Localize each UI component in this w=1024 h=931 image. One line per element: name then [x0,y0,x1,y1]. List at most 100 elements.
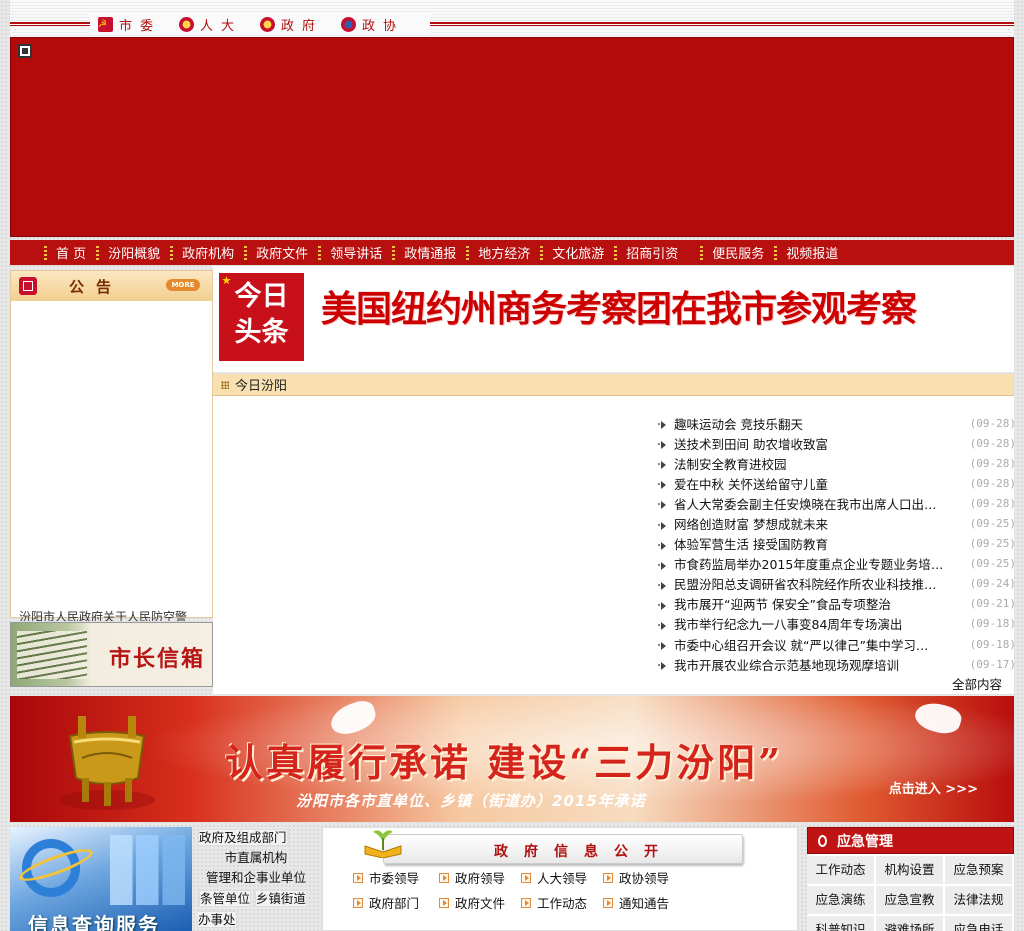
news-title[interactable]: 我市举行纪念九一八事变84周年专场演出 [674,614,946,633]
pledge-banner[interactable]: 认真履行承诺 建设“三力汾阳” 汾阳市各市直单位、乡镇（街道办）2015年承诺 … [10,696,1014,822]
news-item[interactable]: 法制安全教育进校园 (09-28) [658,453,1016,473]
gov-info-panel: 政府信息公开 市委领导 政府领导 人大领导 政协领导 政府部门 政府文件 工作动态 通知通告 [322,827,798,931]
news-item[interactable]: 市委中心组召开会议 就“严以律己”集中学习… (09-18) [658,634,1016,654]
nav-item-video-reports[interactable]: 视频报道 [786,243,838,262]
nav-separator [614,245,618,260]
news-item[interactable]: 网络创造财富 梦想成就未来 (09-25) [658,513,1016,533]
open-book-icon [364,830,402,858]
news-title[interactable]: 趣味运动会 竞技乐翻天 [674,414,946,433]
dept-vertical-units[interactable]: 条管单位 [199,890,252,907]
news-item[interactable]: 我市开展农业综合示范基地现场观摩培训 (09-17) [658,654,1016,674]
nav-item-local-economy[interactable]: 地方经济 [478,243,530,262]
news-item[interactable]: 送技术到田间 助农增收致富 (09-28) [658,433,1016,453]
news-title[interactable]: 市食药监局举办2015年度重点企业专题业务培训… [674,554,946,573]
news-date: (09-25) [969,537,1016,551]
news-date: (09-28) [969,416,1016,430]
plugin-placeholder-icon[interactable] [18,44,32,58]
gov-info-link[interactable]: 通知通告 [603,893,683,912]
link-peoples-congress[interactable]: 人大 [179,15,242,34]
news-title[interactable]: 爱在中秋 关怀送给留守儿童 [674,474,946,493]
arrow-box-icon [439,897,449,908]
news-title[interactable]: 体验军营生活 接受国防教育 [674,534,946,553]
page: ☭ 市委 人大 政府 政协 首 页 汾阳概貌 政府机构 政府文件 领导讲话 政情… [10,0,1016,931]
link-label: 人大 [200,18,243,34]
bullet-arrow-icon [658,621,666,630]
gov-link-label: 人大领导 [537,871,588,886]
news-item[interactable]: 体验军营生活 接受国防教育 (09-25) [658,534,1016,554]
department-list: 政府及组成部门 市直属机构 管理和企事业单位 条管单位 乡镇街道办事处 [198,827,314,930]
info-query-banner[interactable]: 信息查询服务 [10,827,192,931]
emergency-item[interactable]: 避难场所 [876,916,943,931]
gov-info-link[interactable]: 政府部门 [353,893,439,912]
emergency-item[interactable]: 应急预案 [945,856,1012,884]
emergency-item[interactable]: 机构设置 [876,856,943,884]
mayor-mailbox-banner[interactable]: 市长信箱 [10,622,213,687]
news-item[interactable]: 趣味运动会 竞技乐翻天 (09-28) [658,413,1016,433]
news-item[interactable]: 我市举行纪念九一八事变84周年专场演出 (09-18) [658,614,1016,634]
nav-item-gov-briefings[interactable]: 政情通报 [404,243,456,262]
nav-item-culture-tourism[interactable]: 文化旅游 [552,243,604,262]
link-cppcc[interactable]: 政协 [341,15,404,34]
notice-more-button[interactable]: MORE [166,279,200,291]
bullet-arrow-icon [658,461,666,470]
dots-icon [221,380,229,389]
news-item[interactable]: 市食药监局举办2015年度重点企业专题业务培训… (09-25) [658,554,1016,574]
gov-info-link[interactable]: 政府领导 [439,868,521,887]
nav-item-home[interactable]: 首 页 [56,243,86,262]
gov-info-link[interactable]: 人大领导 [521,868,603,887]
today-fenyang-bar: 今日汾阳 [213,374,1014,396]
news-title[interactable]: 网络创造财富 梦想成就未来 [674,514,946,533]
emergency-item[interactable]: 科普知识 [807,916,874,931]
link-government[interactable]: 政府 [260,15,323,34]
news-date: (09-28) [969,436,1016,450]
news-item[interactable]: 爱在中秋 关怀送给留守儿童 (09-28) [658,473,1016,493]
news-date: (09-28) [969,476,1016,490]
nav-item-gov-documents[interactable]: 政府文件 [256,243,308,262]
emergency-item[interactable]: 应急演练 [807,886,874,914]
nav-item-public-services[interactable]: 便民服务 [712,243,764,262]
nav-separator [774,245,778,260]
badge-line: 头条 [234,317,289,348]
pledge-enter-link: 点击进入 >>> [888,782,978,797]
news-title[interactable]: 我市展开“迎两节 保安全”食品专项整治 [674,594,946,613]
emergency-item[interactable]: 应急宣教 [876,886,943,914]
nav-item-investment[interactable]: 招商引资 [626,243,678,262]
link-label: 政府 [281,18,324,34]
gov-info-link[interactable]: 工作动态 [521,893,603,912]
books-icon [17,631,87,679]
nav-separator [392,245,396,260]
news-date: (09-25) [969,557,1016,571]
notice-scroll-item[interactable]: 汾阳市人民政府关于人民防空警 [19,607,209,621]
nav-item-leader-speeches[interactable]: 领导讲话 [330,243,382,262]
news-item[interactable]: 省人大常委会副主任安焕晓在我市出席人口出生… (09-28) [658,493,1016,513]
gov-info-link[interactable]: 政协领导 [603,868,683,887]
nav-item-gov-agencies[interactable]: 政府机构 [182,243,234,262]
news-item[interactable]: 我市展开“迎两节 保安全”食品专项整治 (09-21) [658,594,1016,614]
news-title[interactable]: 我市开展农业综合示范基地现场观摩培训 [674,655,946,674]
headline-link[interactable]: 美国纽约州商务考察团在我市参观考察 [321,280,917,332]
gov-info-link[interactable]: 政府文件 [439,893,521,912]
dept-gov-departments[interactable]: 政府及组成部门 [198,829,288,846]
all-content-link[interactable]: 全部内容 [952,674,1002,693]
link-label: 政协 [362,18,405,34]
council-links: ☭ 市委 人大 政府 政协 [90,14,431,34]
national-emblem-icon [260,16,276,32]
news-title[interactable]: 送技术到田间 助农增收致富 [674,434,946,453]
news-title[interactable]: 法制安全教育进校园 [674,454,946,473]
headline-section: 今日 头条 美国纽约州商务考察团在我市参观考察 [213,266,1014,372]
emergency-item[interactable]: 法律法规 [945,886,1012,914]
section-title: 今日汾阳 [235,379,288,394]
emergency-item[interactable]: 应急电话 [945,916,1012,931]
link-party-committee[interactable]: ☭ 市委 [98,15,161,34]
nav-separator [466,245,470,260]
emergency-item[interactable]: 工作动态 [807,856,874,884]
gov-info-link[interactable]: 市委领导 [353,868,439,887]
news-title[interactable]: 市委中心组召开会议 就“严以律己”集中学习… [674,635,946,654]
news-item[interactable]: 民盟汾阳总支调研省农科院经作所农业科技推广… (09-24) [658,574,1016,594]
browser-e-icon [22,839,80,897]
bullet-arrow-icon [658,521,666,530]
nav-item-overview[interactable]: 汾阳概貌 [108,243,160,262]
news-date: (09-18) [969,617,1016,631]
news-title[interactable]: 省人大常委会副主任安焕晓在我市出席人口出生… [674,494,946,513]
news-title[interactable]: 民盟汾阳总支调研省农科院经作所农业科技推广… [674,574,946,593]
